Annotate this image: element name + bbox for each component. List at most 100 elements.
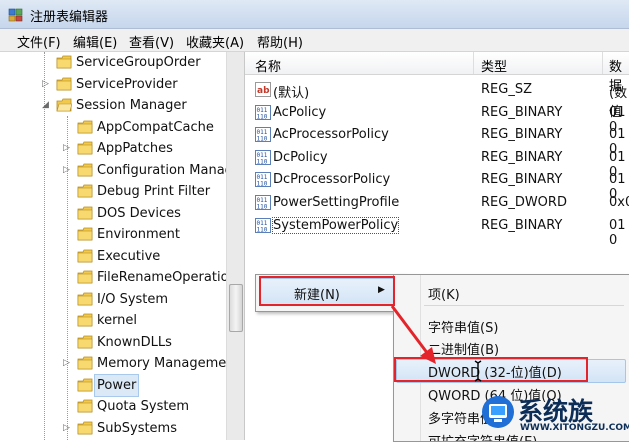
tree-item-label: Session Manager	[76, 98, 187, 113]
value-row[interactable]: 011 110 AcProcessorPolicy REG_BINARY 01 0	[245, 124, 629, 157]
folder-icon	[77, 399, 93, 413]
tree-expander-icon[interactable]: ▷	[63, 418, 70, 439]
folder-icon	[77, 249, 93, 263]
submenu-item-binary[interactable]: 二进制值(B)	[428, 339, 499, 358]
watermark-logo-icon	[482, 396, 514, 428]
svg-text:110: 110	[257, 114, 268, 121]
tree-item-label: AppCompatCache	[97, 120, 214, 135]
tree-item-label: kernel	[97, 313, 138, 328]
folder-icon	[77, 335, 93, 349]
value-type: REG_BINARY	[481, 105, 563, 120]
scrollbar-thumb[interactable]	[229, 284, 243, 332]
binary-value-icon: 011110	[255, 195, 271, 210]
svg-text:110: 110	[257, 136, 268, 143]
value-type: REG_BINARY	[481, 127, 563, 142]
value-row[interactable]: 011 110 DcPolicy REG_BINARY 01 0	[245, 147, 629, 180]
value-row-focused[interactable]: 011 110 SystemPowerPolicy REG_BINARY 01 0	[245, 215, 629, 248]
tree-item-label: Configuration Manag	[97, 163, 233, 178]
tree-expander-icon[interactable]: ▷	[63, 138, 70, 159]
menu-favorites[interactable]: 收藏夹(A)	[186, 32, 244, 51]
value-row[interactable]: ab (默认) REG_SZ (数值	[245, 79, 629, 120]
menu-separator	[424, 305, 624, 306]
folder-icon	[77, 163, 93, 177]
menu-help[interactable]: 帮助(H)	[257, 32, 303, 51]
value-type: REG_BINARY	[481, 172, 563, 187]
value-type: REG_BINARY	[481, 150, 563, 165]
value-type: REG_DWORD	[481, 195, 567, 210]
folder-icon	[77, 270, 93, 284]
folder-icon	[77, 120, 93, 134]
folder-icon	[77, 184, 93, 198]
tree-expander-icon[interactable]: ▷	[63, 160, 70, 181]
annotation-box-dword	[394, 357, 588, 382]
svg-text:ab: ab	[257, 86, 270, 96]
tree-item-label: Memory Manageme	[97, 356, 227, 371]
registry-tree[interactable]: ServiceGroupOrder ▷ ServiceProvider ◢ Se…	[0, 52, 245, 440]
watermark-url: WWW.XITONGZU.COM	[520, 423, 629, 433]
tree-item-label: ServiceGroupOrder	[76, 55, 201, 70]
watermark: 系统族 WWW.XITONGZU.COM	[478, 390, 629, 440]
submenu-item-string[interactable]: 字符串值(S)	[428, 317, 498, 336]
binary-value-icon: 011110	[255, 172, 271, 187]
binary-value-icon: 011110	[255, 218, 271, 233]
value-name: AcProcessorPolicy	[273, 127, 389, 142]
value-data: 01 0	[609, 218, 626, 248]
folder-icon	[77, 206, 93, 220]
folder-icon	[77, 141, 93, 155]
string-value-icon: ab	[255, 82, 271, 97]
value-row[interactable]: 011110 PowerSettingProfile REG_DWORD 0x0	[245, 192, 629, 214]
value-name: SystemPowerPolicy	[271, 217, 400, 234]
tree-expander-icon[interactable]: ◢	[42, 95, 49, 116]
binary-value-icon: 011110	[255, 127, 271, 142]
tree-item-label: Executive	[97, 249, 161, 264]
column-divider[interactable]	[602, 52, 603, 74]
value-name: PowerSettingProfile	[273, 195, 400, 210]
folder-icon	[77, 356, 93, 370]
tree-item-label: ServiceProvider	[76, 77, 178, 92]
column-header-type[interactable]: 类型	[481, 56, 507, 75]
menu-bar: 文件(F) 编辑(E) 查看(V) 收藏夹(A) 帮助(H)	[0, 29, 629, 52]
folder-open-icon	[56, 98, 72, 112]
folder-icon	[77, 227, 93, 241]
folder-icon	[56, 55, 72, 69]
folder-icon	[77, 292, 93, 306]
value-name: (默认)	[273, 86, 310, 101]
tree-item-label: DOS Devices	[97, 206, 181, 221]
value-row[interactable]: 011 110 AcPolicy REG_BINARY 01 0	[245, 102, 629, 135]
binary-value-icon: 011110	[255, 150, 271, 165]
folder-icon	[56, 77, 72, 91]
folder-icon	[77, 421, 93, 435]
menu-file[interactable]: 文件(F)	[17, 32, 61, 51]
menu-view[interactable]: 查看(V)	[129, 32, 174, 51]
tree-expander-icon[interactable]: ▷	[42, 74, 49, 95]
value-data: 0x0	[609, 195, 629, 210]
menu-edit[interactable]: 编辑(E)	[73, 32, 117, 51]
tree-scrollbar[interactable]	[226, 52, 244, 440]
svg-text:110: 110	[257, 227, 268, 234]
folder-icon	[77, 378, 93, 392]
svg-text:110: 110	[257, 181, 268, 188]
value-name: DcPolicy	[273, 150, 328, 165]
regedit-icon	[8, 8, 23, 22]
title-bar: 注册表编辑器	[0, 0, 629, 29]
tree-item-label: FileRenameOperatio	[97, 270, 229, 285]
tree-expander-icon[interactable]: ▷	[63, 353, 70, 374]
text-cursor-icon	[474, 360, 482, 382]
value-name: DcProcessorPolicy	[273, 172, 391, 187]
tree-item-label: Debug Print Filter	[97, 184, 211, 199]
tree-item-label: Power	[93, 374, 140, 397]
tree-item-label: SubSystems	[97, 421, 177, 436]
column-divider[interactable]	[473, 52, 474, 74]
submenu-item-key[interactable]: 项(K)	[428, 284, 460, 303]
value-type: REG_SZ	[481, 82, 532, 97]
value-row[interactable]: 011 110 DcProcessorPolicy REG_BINARY 01 0	[245, 169, 629, 202]
tree-item-label: KnownDLLs	[97, 335, 172, 350]
column-header-name[interactable]: 名称	[255, 56, 281, 75]
svg-text:110: 110	[257, 204, 268, 211]
value-type: REG_BINARY	[481, 218, 563, 233]
value-name: AcPolicy	[273, 105, 327, 120]
window-title: 注册表编辑器	[30, 10, 109, 25]
tree-item-label: I/O System	[97, 292, 169, 307]
tree-item-label: Quota System	[97, 399, 190, 414]
folder-icon	[77, 313, 93, 327]
